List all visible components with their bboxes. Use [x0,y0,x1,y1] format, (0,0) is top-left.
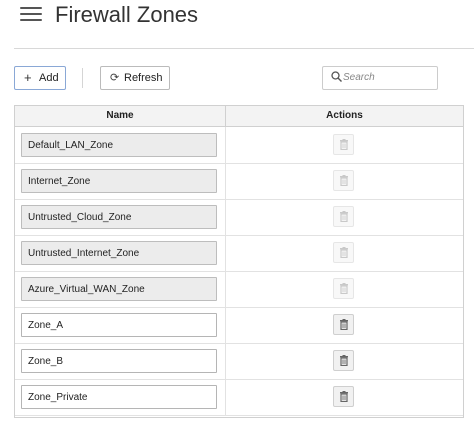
table-row: Zone_Private [15,379,463,416]
delete-button[interactable] [333,170,354,191]
trash-icon [340,355,348,366]
table-row: Internet_Zone [15,163,463,200]
trash-icon [340,139,348,150]
toolbar: + Add ⟳ Refresh [0,66,474,90]
search-icon [331,71,342,82]
column-header-actions: Actions [326,110,363,121]
trash-icon [340,211,348,222]
refresh-icon: ⟳ [110,72,120,84]
column-divider [225,199,226,235]
delete-button[interactable] [333,134,354,155]
hamburger-menu-icon[interactable] [20,7,42,23]
refresh-button[interactable]: ⟳ Refresh [100,66,170,90]
zone-name-field: Internet_Zone [21,169,217,193]
table-row: Azure_Virtual_WAN_Zone [15,271,463,308]
add-button[interactable]: + Add [14,66,66,90]
zone-name-field[interactable]: Zone_Private [21,385,217,409]
table-row: Untrusted_Internet_Zone [15,235,463,272]
column-divider [225,271,226,307]
page-header: Firewall Zones [0,0,474,40]
column-divider [225,235,226,271]
delete-button[interactable] [333,278,354,299]
zone-name-field[interactable]: Zone_A [21,313,217,337]
table-row: Zone_A [15,307,463,344]
zone-name-field: Untrusted_Internet_Zone [21,241,217,265]
table-row: Default_LAN_Zone [15,127,463,164]
trash-icon [340,391,348,402]
zone-name-field: Untrusted_Cloud_Zone [21,205,217,229]
page-title: Firewall Zones [55,2,199,27]
plus-icon: + [24,70,32,85]
search-input[interactable] [343,69,431,85]
column-divider [225,127,226,163]
delete-button[interactable] [333,386,354,407]
column-divider [225,379,226,415]
zone-name-field[interactable]: Zone_B [21,349,217,373]
search-box[interactable] [322,66,438,90]
delete-button[interactable] [333,242,354,263]
column-divider [225,343,226,379]
zone-name-field: Default_LAN_Zone [21,133,217,157]
table-row: Zone_B [15,343,463,380]
delete-button[interactable] [333,206,354,227]
column-header-name[interactable]: Name [15,106,226,126]
column-divider [225,307,226,343]
table-row: Untrusted_Cloud_Zone [15,199,463,236]
delete-button[interactable] [333,350,354,371]
zones-table: Name Actions Default_LAN_Zone Internet_Zo… [14,105,464,418]
trash-icon [340,283,348,294]
add-button-label: Add [39,72,59,84]
header-divider [14,48,474,49]
trash-icon [340,175,348,186]
column-divider [225,163,226,199]
toolbar-separator [82,68,83,88]
trash-icon [340,247,348,258]
zone-name-field: Azure_Virtual_WAN_Zone [21,277,217,301]
trash-icon [340,319,348,330]
delete-button[interactable] [333,314,354,335]
table-header: Name Actions [15,106,463,127]
refresh-button-label: Refresh [124,72,163,84]
